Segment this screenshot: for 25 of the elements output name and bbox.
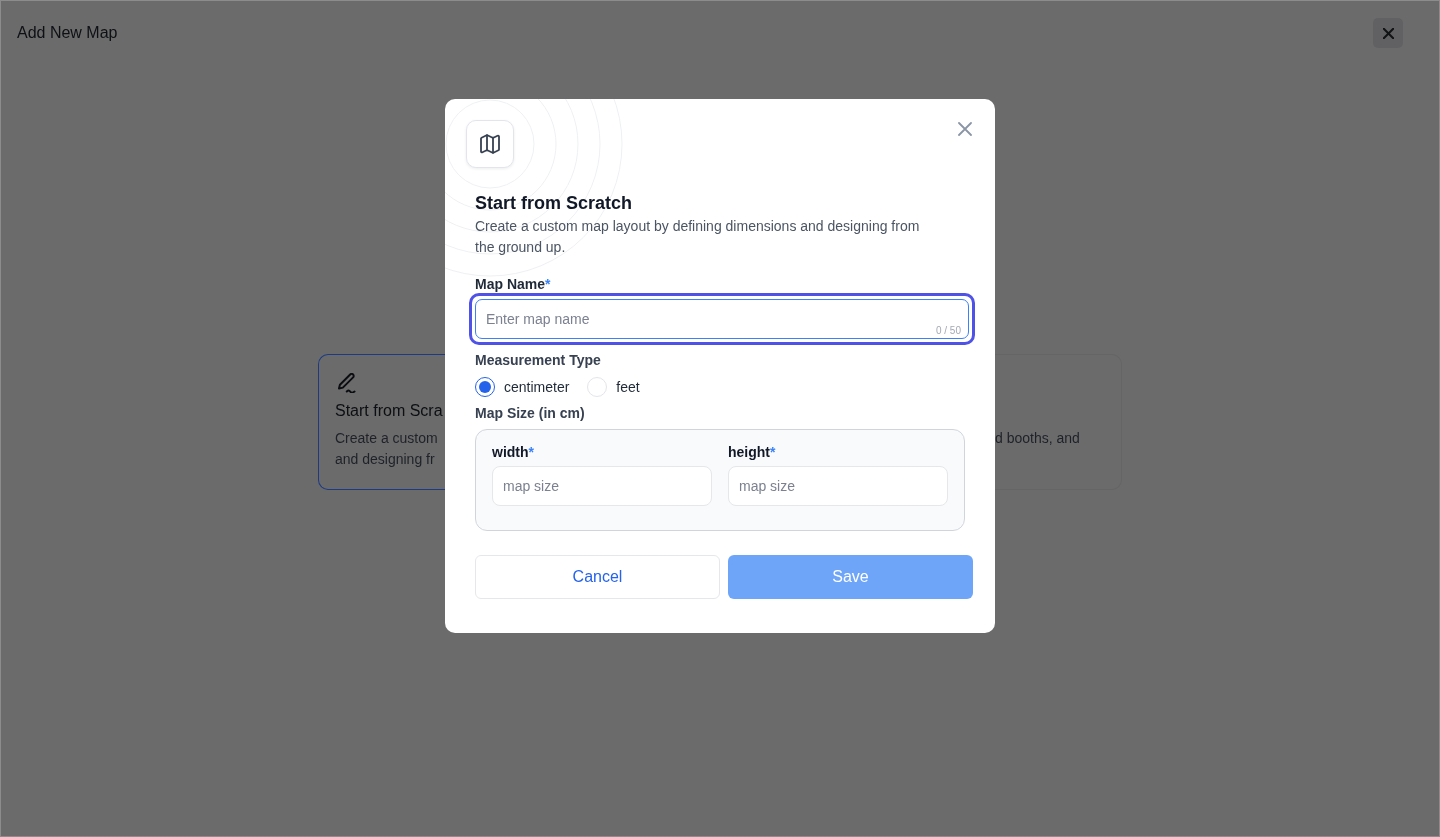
card-description: d booths, and: [995, 428, 1081, 448]
field-label: width*: [492, 444, 535, 461]
dialog-title: Start from Scratch: [475, 192, 634, 215]
section-label: Measurement Type: [475, 352, 602, 369]
field-label: Map Name*: [475, 276, 552, 293]
close-icon: [958, 122, 972, 136]
radio-label: centimeter: [504, 378, 570, 396]
card-description: Create a custom and designing fr: [335, 428, 439, 469]
close-button[interactable]: [1373, 18, 1403, 48]
cancel-button[interactable]: Cancel: [475, 555, 720, 599]
section-label: Map Size (in cm): [475, 405, 586, 422]
pen-icon: [337, 373, 357, 393]
radio-button[interactable]: [475, 377, 495, 397]
field-label: height*: [728, 444, 777, 461]
close-button[interactable]: [955, 119, 975, 139]
input-field[interactable]: map size: [728, 466, 948, 506]
close-icon: [1382, 27, 1394, 39]
radio-label: feet: [616, 378, 640, 396]
dialog-description: Create a custom map layout by defining dimensions and designing from the ground up.: [475, 217, 921, 257]
page-title: Add New Map: [17, 23, 118, 43]
map-icon: [466, 120, 514, 168]
input-field[interactable]: map size: [492, 466, 712, 506]
card-title: Start from Scra: [335, 401, 444, 421]
character-counter: 0 / 50: [935, 325, 961, 337]
input-field[interactable]: Enter map name 0 / 50: [469, 293, 975, 345]
